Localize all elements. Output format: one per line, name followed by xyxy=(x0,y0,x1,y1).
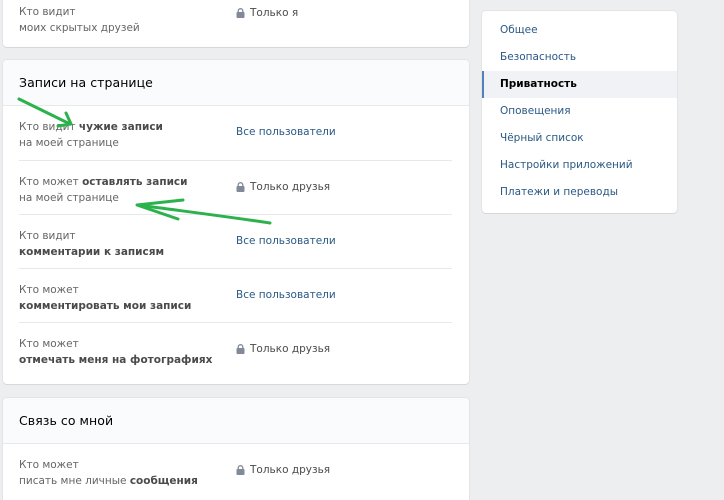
setting-label-line1: Кто может xyxy=(19,459,79,471)
menu-item-general[interactable]: Общее xyxy=(482,17,677,44)
settings-side-menu: Общее Безопасность Приватность Оповещени… xyxy=(482,11,677,213)
card-title: Записи на странице xyxy=(19,75,153,90)
setting-label-pre: писать мне личные xyxy=(19,474,130,487)
contact-me-card: Связь со мной Кто может писать мне личны… xyxy=(3,398,469,500)
setting-label-line2: моих скрытых друзей xyxy=(19,21,140,34)
setting-label-bold: сообщения xyxy=(129,474,198,487)
menu-item-payments[interactable]: Платежи и переводы xyxy=(482,179,677,206)
setting-label-bold: отмечать меня на фотографиях xyxy=(19,353,213,366)
setting-value-dropdown[interactable]: Все пользователи xyxy=(236,235,336,247)
setting-value-dropdown[interactable]: Только друзья xyxy=(236,464,330,476)
setting-label: Кто видит комментарии к записям xyxy=(19,229,229,260)
setting-label-pre: Кто может xyxy=(19,176,83,188)
setting-value-text: Только друзья xyxy=(250,181,331,193)
setting-value-dropdown[interactable]: Только друзья xyxy=(236,343,330,355)
lock-icon xyxy=(236,465,245,475)
setting-label-bold: комментировать мои записи xyxy=(19,299,192,312)
setting-label: Кто может отмечать меня на фотографиях xyxy=(19,337,229,368)
setting-label-line2: на моей странице xyxy=(19,136,119,149)
setting-row-private-messages: Кто может писать мне личные сообщения То… xyxy=(19,444,452,498)
setting-label-line1: Кто видит xyxy=(19,230,76,242)
setting-value-dropdown[interactable]: Все пользователи xyxy=(236,126,336,138)
setting-label-line1: Кто может xyxy=(19,338,79,350)
lock-icon xyxy=(236,182,245,192)
setting-value-text: Только друзья xyxy=(250,343,331,355)
setting-label-line2: на моей странице xyxy=(19,191,119,204)
wall-posts-card: Записи на странице Кто видит чужие запис… xyxy=(3,60,469,384)
setting-label-line1: Кто может xyxy=(19,284,79,296)
setting-label-bold: чужие записи xyxy=(78,121,163,133)
setting-label: Кто может комментировать мои записи xyxy=(19,283,229,314)
setting-row-hidden-friends: Кто видит моих скрытых друзей Только я xyxy=(19,0,452,47)
setting-label: Кто может оставлять записи на моей стран… xyxy=(19,175,229,206)
setting-label: Кто видит моих скрытых друзей xyxy=(19,5,229,36)
card-header: Связь со мной xyxy=(3,398,469,444)
setting-row-tag-photos: Кто может отмечать меня на фотографиях Т… xyxy=(19,322,452,376)
setting-value-text: Все пользователи xyxy=(236,289,336,301)
setting-row-see-comments: Кто видит комментарии к записям Все поль… xyxy=(19,214,452,268)
setting-label-line1: Кто видит xyxy=(19,6,76,18)
setting-value-text: Все пользователи xyxy=(236,126,336,138)
setting-label-pre: Кто видит xyxy=(19,121,79,133)
setting-row-others-posts: Кто видит чужие записи на моей странице … xyxy=(19,106,452,160)
setting-label-line2: писать мне личные сообщения xyxy=(19,474,229,490)
setting-value-text: Только друзья xyxy=(250,464,331,476)
menu-item-privacy[interactable]: Приватность xyxy=(482,71,677,98)
menu-item-notifications[interactable]: Оповещения xyxy=(482,98,677,125)
setting-value-text: Только я xyxy=(250,7,299,19)
setting-label: Кто может писать мне личные сообщения xyxy=(19,458,229,489)
lock-icon xyxy=(236,344,245,354)
setting-row-leave-posts: Кто может оставлять записи на моей стран… xyxy=(19,160,452,214)
setting-value-dropdown[interactable]: Только я xyxy=(236,7,298,19)
menu-item-security[interactable]: Безопасность xyxy=(482,44,677,71)
menu-item-app-settings[interactable]: Настройки приложений xyxy=(482,152,677,179)
setting-row-comment-posts: Кто может комментировать мои записи Все … xyxy=(19,268,452,322)
privacy-settings-page: Кто видит моих скрытых друзей Только я З… xyxy=(0,0,724,500)
card-header: Записи на странице xyxy=(3,60,469,106)
menu-item-blacklist[interactable]: Чёрный список xyxy=(482,125,677,152)
setting-value-dropdown[interactable]: Только друзья xyxy=(236,181,330,193)
hidden-friends-card: Кто видит моих скрытых друзей Только я xyxy=(3,0,469,47)
setting-label-bold: комментарии к записям xyxy=(19,245,165,258)
setting-value-text: Все пользователи xyxy=(236,235,336,247)
setting-label: Кто видит чужие записи на моей странице xyxy=(19,120,229,151)
card-title: Связь со мной xyxy=(19,413,114,428)
lock-icon xyxy=(236,8,245,18)
setting-label-bold: оставлять записи xyxy=(82,176,188,188)
setting-value-dropdown[interactable]: Все пользователи xyxy=(236,289,336,301)
